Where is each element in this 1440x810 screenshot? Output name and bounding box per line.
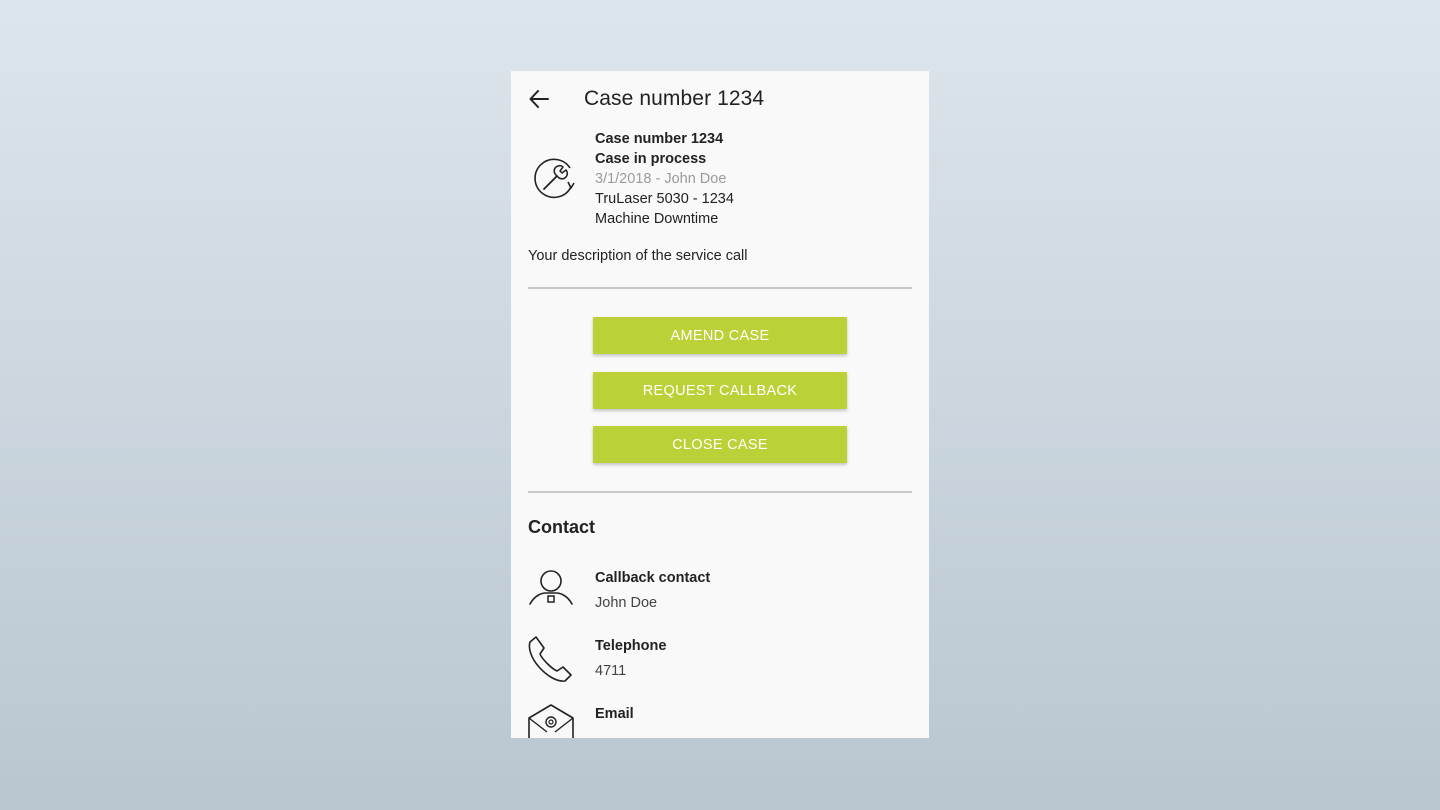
divider [528, 287, 912, 289]
callback-contact-label: Callback contact [595, 570, 711, 586]
case-description: Your description of the service call [528, 248, 748, 264]
case-details: Case number 1234 Case in process 3/1/201… [595, 129, 734, 229]
back-button[interactable] [525, 85, 553, 113]
telephone-label: Telephone [595, 638, 667, 654]
contact-heading: Contact [528, 517, 595, 537]
divider [528, 491, 912, 493]
app-screen: Case number 1234 Case number 1234 Case i… [511, 71, 929, 738]
email-label: Email [595, 706, 634, 722]
app-bar: Case number 1234 [511, 71, 929, 127]
arrow-left-icon [529, 90, 549, 108]
case-issue: Machine Downtime [595, 211, 719, 227]
person-icon [529, 570, 573, 605]
case-status: Case in process [595, 151, 707, 167]
amend-case-button[interactable]: AMEND CASE [593, 317, 847, 354]
wrench-cycle-icon [534, 158, 575, 199]
case-number: Case number 1234 [595, 131, 724, 147]
email-row[interactable]: Email [511, 704, 929, 738]
callback-contact-value: John Doe [595, 595, 658, 611]
telephone-value: 4711 [595, 663, 627, 679]
email-icon [528, 704, 574, 738]
case-date-author: 3/1/2018 - John Doe [595, 171, 727, 187]
telephone-row[interactable]: Telephone 4711 [511, 636, 929, 696]
phone-icon [528, 636, 572, 682]
close-case-button[interactable]: CLOSE CASE [593, 426, 847, 463]
request-callback-button[interactable]: REQUEST CALLBACK [593, 372, 847, 409]
page-title: Case number 1234 [584, 87, 765, 110]
case-machine: TruLaser 5030 - 1234 [595, 191, 734, 207]
callback-contact-row: Callback contact John Doe [511, 568, 929, 628]
case-summary: Case number 1234 Case in process 3/1/201… [511, 127, 929, 237]
